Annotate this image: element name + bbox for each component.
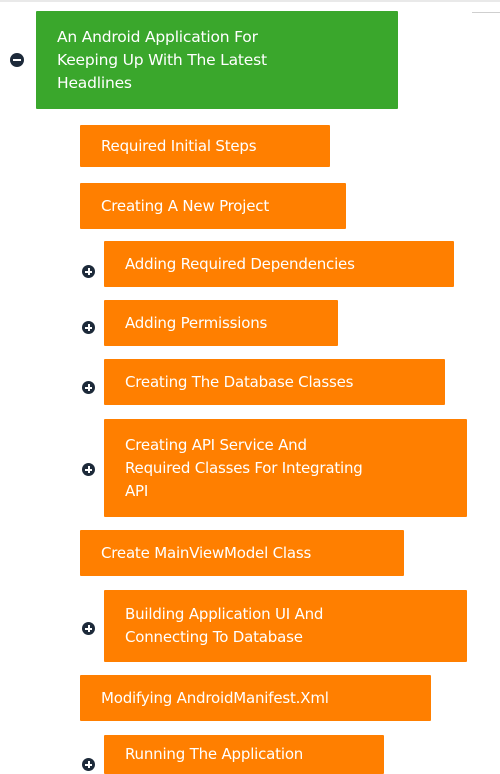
child-node[interactable]: Required Initial Steps <box>80 125 330 167</box>
child-node-label: Building Application UI And Connecting T… <box>125 603 323 649</box>
child-node-label: Create MainViewModel Class <box>101 543 312 562</box>
child-node-label: Adding Permissions <box>125 313 268 332</box>
child-node[interactable]: Creating API Service And Required Classe… <box>104 419 467 517</box>
top-divider <box>0 0 500 13</box>
expand-toggle-icon[interactable] <box>82 463 95 476</box>
expand-toggle-icon[interactable] <box>82 381 95 394</box>
root-label-line: Headlines <box>57 73 132 92</box>
child-node-label: Adding Required Dependencies <box>125 254 355 273</box>
child-node[interactable]: Creating The Database Classes <box>104 359 445 405</box>
root-label-line: Keeping Up With The Latest <box>57 50 267 69</box>
child-node[interactable]: Creating A New Project <box>80 183 346 229</box>
expand-toggle-icon[interactable] <box>82 265 95 278</box>
child-node-label: Required Initial Steps <box>101 136 257 155</box>
child-node-label: Creating A New Project <box>101 196 270 215</box>
root-node[interactable]: An Android Application For Keeping Up Wi… <box>36 11 398 109</box>
child-node[interactable]: Modifying AndroidManifest.Xml <box>80 675 431 721</box>
child-node-label: Creating API Service And Required Classe… <box>125 434 363 503</box>
expand-toggle-icon[interactable] <box>82 758 95 771</box>
child-label-line: Creating API Service And <box>125 435 307 454</box>
child-node[interactable]: Building Application UI And Connecting T… <box>104 590 467 662</box>
root-label-line: An Android Application For <box>57 27 258 46</box>
expand-toggle-icon[interactable] <box>82 622 95 635</box>
child-label-line: Connecting To Database <box>125 628 303 646</box>
collapse-toggle-icon[interactable] <box>10 53 24 67</box>
child-label-line: Required Classes For Integrating <box>125 458 363 477</box>
child-node[interactable]: Create MainViewModel Class <box>80 530 404 576</box>
child-node-label: Modifying AndroidManifest.Xml <box>101 688 329 707</box>
root-node-label: An Android Application For Keeping Up Wi… <box>57 26 267 95</box>
child-node-label: Creating The Database Classes <box>125 372 354 391</box>
child-node[interactable]: Running The Application <box>104 735 384 774</box>
child-label-line: Building Application UI And <box>125 605 324 623</box>
expand-toggle-icon[interactable] <box>82 321 95 334</box>
child-node[interactable]: Adding Permissions <box>104 300 338 346</box>
child-label-line: API <box>125 481 149 500</box>
child-node-label: Running The Application <box>125 745 304 763</box>
child-node[interactable]: Adding Required Dependencies <box>104 241 454 287</box>
